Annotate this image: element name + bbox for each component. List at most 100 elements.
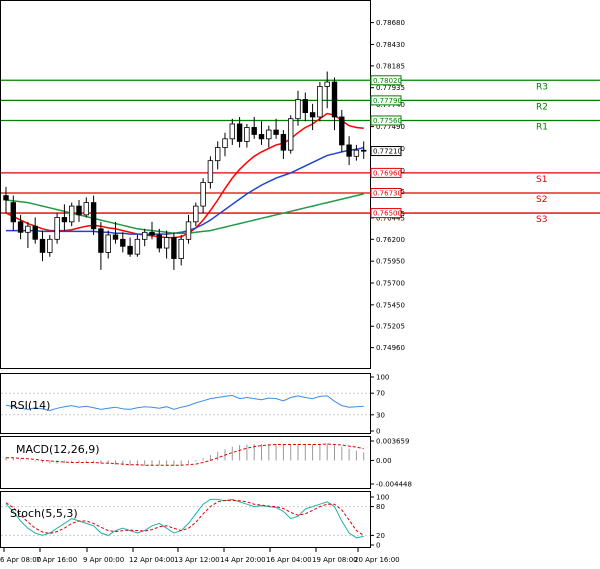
level-label-s2: S2 bbox=[536, 195, 547, 205]
candle-body bbox=[229, 123, 235, 140]
level-tag-value: 0.77790 bbox=[373, 97, 402, 105]
level-tag-value: 0.76730 bbox=[373, 189, 402, 197]
candle-body bbox=[331, 81, 338, 118]
candle-body bbox=[295, 99, 301, 120]
candle-body bbox=[156, 234, 162, 249]
candle-body bbox=[222, 138, 228, 148]
candle-body bbox=[236, 123, 243, 142]
indicator-tick-label: 20 bbox=[376, 532, 385, 540]
indicator-tick-label: 80 bbox=[376, 503, 385, 511]
indicator-tick-label: 0.003659 bbox=[376, 438, 409, 446]
candle-body bbox=[360, 149, 367, 152]
candle-body bbox=[98, 228, 104, 253]
candle-body bbox=[346, 144, 352, 157]
time-tick-label: 16 Apr 04:00 bbox=[266, 556, 312, 564]
candle-body bbox=[149, 231, 155, 236]
level-label-r3: R3 bbox=[536, 82, 548, 92]
candle-body bbox=[353, 149, 360, 157]
indicator-tick-label: 100 bbox=[376, 494, 389, 502]
candle-body bbox=[127, 245, 133, 255]
stoch-label: Stoch(5,5,3) bbox=[10, 507, 78, 520]
rsi-label: RSI(14) bbox=[10, 399, 50, 412]
level-label-r2: R2 bbox=[536, 102, 548, 112]
level-tag-value: 0.76960 bbox=[373, 169, 402, 177]
candle-body bbox=[112, 234, 119, 240]
indicator-tick-label: 30 bbox=[376, 411, 385, 419]
level-tag-value: 0.76500 bbox=[373, 210, 402, 218]
time-axis: 6 Apr 08:007 Apr 16:00 9 Apr 00:00 12 Apr … bbox=[0, 548, 400, 564]
candle-body bbox=[214, 147, 221, 162]
time-tick-label: 6 Apr 08:00 bbox=[0, 556, 41, 564]
candle-body bbox=[258, 134, 265, 140]
time-tick-label: 20 Apr 16:00 bbox=[354, 556, 400, 564]
candle-body bbox=[324, 81, 330, 87]
candle-body bbox=[339, 116, 345, 146]
candle-body bbox=[244, 127, 250, 142]
candle-body bbox=[10, 202, 16, 223]
price-axis: 0.786800.784300.781850.779350.777400.774… bbox=[370, 19, 405, 352]
price-tick-label: 0.78680 bbox=[376, 19, 405, 27]
macd-label: MACD(12,26,9) bbox=[16, 443, 100, 456]
candle-body bbox=[317, 85, 323, 118]
price-tick-label: 0.75700 bbox=[376, 279, 405, 287]
candle-body bbox=[266, 129, 272, 140]
price-tick-label: 0.78430 bbox=[376, 41, 405, 49]
candle-body bbox=[287, 118, 294, 151]
candle-body bbox=[251, 127, 257, 135]
indicator-tick-label: 0 bbox=[376, 428, 380, 436]
price-tick-label: 0.75450 bbox=[376, 301, 405, 309]
candle-body bbox=[32, 225, 38, 240]
price-chart: R3 R2 R1 S1 S2 S3 0.78680 0.78430 0.78185 0.7793… bbox=[0, 0, 600, 564]
indicator-tick-label: 0.00 bbox=[376, 457, 392, 465]
candle-body bbox=[17, 221, 24, 233]
candle-body bbox=[76, 205, 82, 216]
candle-body bbox=[61, 217, 68, 223]
last-price-value: 0.77210 bbox=[373, 148, 402, 156]
candle-body bbox=[280, 134, 287, 151]
time-tick-label: 12 Apr 04:00 bbox=[129, 556, 175, 564]
indicator-tick-label: -0.004448 bbox=[376, 481, 412, 489]
level-tag-value: 0.77560 bbox=[373, 117, 402, 125]
candle-body bbox=[47, 238, 53, 253]
price-tick-label: 0.76200 bbox=[376, 236, 405, 244]
candle-body bbox=[171, 237, 177, 259]
candle-body bbox=[39, 238, 46, 253]
candle-body bbox=[193, 205, 199, 223]
level-tag-value: 0.78020 bbox=[373, 77, 402, 85]
candle-body bbox=[178, 238, 184, 259]
candle-body bbox=[185, 221, 192, 240]
candle-body bbox=[163, 237, 170, 249]
level-tags: 0.78020 0.77790 0.77560 0.76960 0.76730 0.765… bbox=[370, 75, 402, 219]
candle-body bbox=[3, 195, 9, 201]
candle-body bbox=[83, 202, 89, 216]
candle-body bbox=[69, 205, 75, 223]
indicator-tick-label: 0 bbox=[376, 542, 380, 550]
level-label-s3: S3 bbox=[536, 215, 547, 225]
price-tick-label: 0.74960 bbox=[376, 344, 405, 352]
time-tick-label: 13 Apr 12:00 bbox=[174, 556, 220, 564]
candle-body bbox=[273, 129, 279, 135]
indicator-tick-label: 100 bbox=[376, 374, 389, 382]
candle-body bbox=[120, 238, 126, 247]
indicator-tick-label: 70 bbox=[376, 390, 385, 398]
rsi-panel-frame bbox=[0, 373, 371, 434]
candle-body bbox=[207, 160, 214, 183]
main-panel-frame bbox=[0, 0, 371, 369]
candle-body bbox=[141, 231, 148, 240]
time-tick-label: 14 Apr 20:00 bbox=[220, 556, 266, 564]
candle-body bbox=[134, 238, 141, 255]
time-tick-label: 7 Apr 16:00 bbox=[36, 556, 77, 564]
candle-body bbox=[309, 112, 316, 118]
level-label-s1: S1 bbox=[536, 175, 547, 185]
candle-body bbox=[105, 234, 111, 253]
price-tick-label: 0.77935 bbox=[376, 84, 405, 92]
time-tick-label: 19 Apr 08:00 bbox=[312, 556, 358, 564]
time-tick-label: 9 Apr 00:00 bbox=[83, 556, 124, 564]
candle-body bbox=[302, 99, 308, 114]
price-tick-label: 0.75950 bbox=[376, 258, 405, 266]
candle-body bbox=[200, 182, 206, 207]
price-tick-label: 0.78185 bbox=[376, 62, 405, 70]
candle-body bbox=[90, 202, 97, 230]
candle-body bbox=[25, 225, 31, 233]
candle-body bbox=[54, 217, 60, 240]
